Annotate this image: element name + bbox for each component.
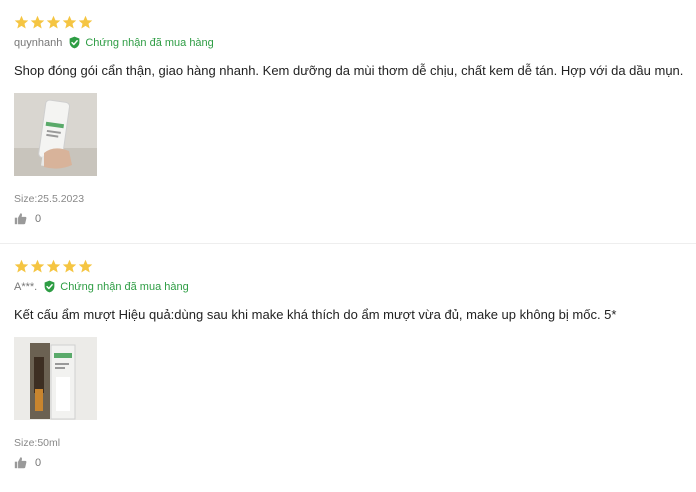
rating-stars (14, 259, 93, 274)
reviewer-name: A***. (14, 280, 38, 293)
thumbs-up-icon[interactable] (14, 212, 27, 225)
review-comment: Shop đóng gói cẩn thận, giao hàng nhanh.… (14, 63, 684, 78)
star-icon (14, 259, 29, 274)
star-icon (30, 259, 45, 274)
verified-purchase-label: Chứng nhận đã mua hàng (85, 36, 214, 49)
verified-purchase-label: Chứng nhận đã mua hàng (60, 280, 189, 293)
star-icon (62, 259, 77, 274)
thumbs-up-icon[interactable] (14, 456, 27, 469)
star-icon (78, 15, 93, 30)
verified-check-icon (43, 280, 56, 293)
review-item: quynhanh Chứng nhận đã mua hàng Shop đón… (0, 0, 696, 244)
like-count: 0 (35, 456, 42, 469)
verified-check-icon (68, 36, 81, 49)
review-photo[interactable] (14, 337, 97, 420)
reviews-page: quynhanh Chứng nhận đã mua hàng Shop đón… (0, 0, 696, 492)
reviewer-meta: quynhanh Chứng nhận đã mua hàng (14, 36, 214, 49)
star-icon (62, 15, 77, 30)
review-size: Size:25.5.2023 (14, 193, 85, 205)
rating-stars (14, 15, 93, 30)
review-item: A***. Chứng nhận đã mua hàng Kết cấu ẩm … (0, 244, 696, 492)
star-icon (46, 15, 61, 30)
star-icon (46, 259, 61, 274)
review-comment: Kết cấu ẩm mượt Hiệu quả:dùng sau khi ma… (14, 307, 617, 322)
star-icon (14, 15, 29, 30)
like-row: 0 (14, 456, 41, 469)
reviewer-name: quynhanh (14, 36, 63, 49)
reviewer-meta: A***. Chứng nhận đã mua hàng (14, 280, 189, 293)
review-size: Size:50ml (14, 437, 61, 449)
like-row: 0 (14, 212, 41, 225)
star-icon (30, 15, 45, 30)
like-count: 0 (35, 212, 42, 225)
review-photo[interactable] (14, 93, 97, 176)
star-icon (78, 259, 93, 274)
